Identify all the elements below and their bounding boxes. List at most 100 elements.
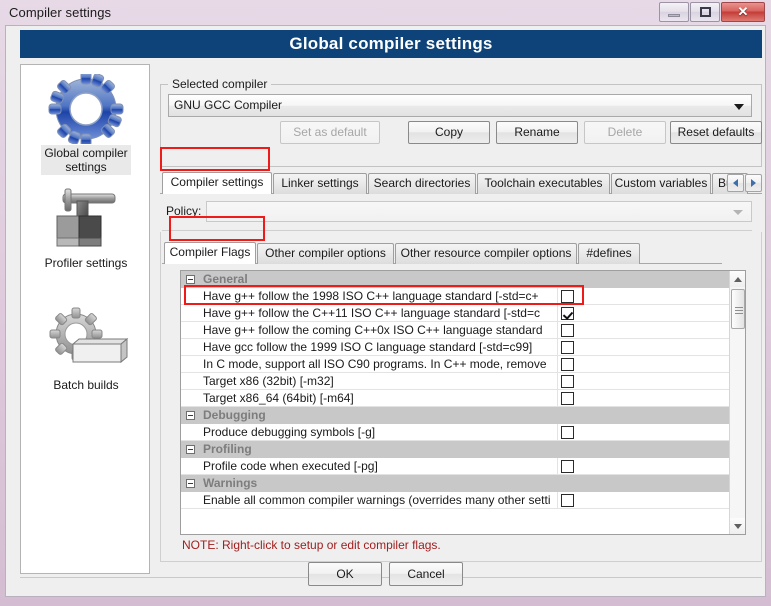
rename-button[interactable]: Rename bbox=[496, 121, 578, 144]
flag-group-header[interactable]: Debugging bbox=[181, 407, 729, 424]
scroll-down-button[interactable] bbox=[730, 518, 745, 534]
flag-checkbox[interactable] bbox=[561, 358, 574, 371]
tab-linker-settings[interactable]: Linker settings bbox=[273, 173, 367, 194]
flag-row[interactable]: In C mode, support all ISO C90 programs.… bbox=[181, 356, 729, 373]
tab-scroll-right-button[interactable] bbox=[745, 174, 762, 192]
flag-checkbox[interactable] bbox=[561, 324, 574, 337]
flag-checkbox[interactable] bbox=[561, 290, 574, 303]
close-icon: ✕ bbox=[737, 4, 749, 19]
tab-search-directories[interactable]: Search directories bbox=[368, 173, 476, 194]
flag-row[interactable]: Produce debugging symbols [-g] bbox=[181, 424, 729, 441]
flag-checkbox-cell[interactable] bbox=[557, 339, 729, 356]
flag-row[interactable]: Target x86 (32bit) [-m32] bbox=[181, 373, 729, 390]
tab-toolchain-executables[interactable]: Toolchain executables bbox=[477, 173, 610, 194]
copy-button[interactable]: Copy bbox=[408, 121, 490, 144]
collapse-icon[interactable] bbox=[186, 445, 195, 454]
collapse-icon[interactable] bbox=[186, 275, 195, 284]
flag-group-label: Profiling bbox=[203, 442, 252, 456]
cancel-button[interactable]: Cancel bbox=[389, 562, 463, 586]
flag-label: Have g++ follow the C++11 ISO C++ langua… bbox=[203, 306, 540, 320]
tab-compiler-flags[interactable]: Compiler Flags bbox=[164, 242, 256, 264]
list-scrollbar[interactable] bbox=[729, 271, 745, 534]
flag-label: Have gcc follow the 1999 ISO C language … bbox=[203, 340, 533, 354]
sidebar-item-batch-builds[interactable]: Batch builds bbox=[21, 305, 151, 393]
flag-checkbox[interactable] bbox=[561, 494, 574, 507]
flag-label: Target x86_64 (64bit) [-m64] bbox=[203, 391, 354, 405]
maximize-icon bbox=[699, 7, 711, 17]
flag-checkbox[interactable] bbox=[561, 426, 574, 439]
flag-row[interactable]: Have g++ follow the coming C++0x ISO C++… bbox=[181, 322, 729, 339]
flag-checkbox[interactable] bbox=[561, 341, 574, 354]
flag-checkbox[interactable] bbox=[561, 460, 574, 473]
policy-select[interactable] bbox=[206, 201, 752, 222]
flag-checkbox-cell[interactable] bbox=[557, 424, 729, 441]
compiler-actions: Set as default Copy Rename Delete Reset … bbox=[160, 121, 762, 145]
tab-compiler-settings[interactable]: Compiler settings bbox=[162, 172, 272, 194]
flag-label: Enable all common compiler warnings (ove… bbox=[203, 493, 551, 507]
title-bar: Compiler settings ✕ bbox=[0, 0, 771, 25]
flag-group-header[interactable]: Warnings bbox=[181, 475, 729, 492]
collapse-icon[interactable] bbox=[186, 411, 195, 420]
delete-button[interactable]: Delete bbox=[584, 121, 666, 144]
flag-row[interactable]: Have gcc follow the 1999 ISO C language … bbox=[181, 339, 729, 356]
chevron-left-icon bbox=[733, 179, 738, 187]
outer-tab-bar: Compiler settings Linker settings Search… bbox=[160, 172, 762, 194]
maximize-button[interactable] bbox=[690, 2, 720, 22]
flag-checkbox-cell[interactable] bbox=[557, 356, 729, 373]
minimize-button[interactable] bbox=[659, 2, 689, 22]
flag-checkbox[interactable] bbox=[561, 307, 574, 320]
flag-label: Have g++ follow the 1998 ISO C++ languag… bbox=[203, 289, 539, 303]
flag-group-label: Debugging bbox=[203, 408, 266, 422]
scroll-up-button[interactable] bbox=[730, 271, 745, 287]
flag-row[interactable]: Have g++ follow the 1998 ISO C++ languag… bbox=[181, 288, 729, 305]
scrollbar-thumb[interactable] bbox=[731, 289, 745, 329]
flag-checkbox-cell[interactable] bbox=[557, 288, 729, 305]
compiler-select[interactable]: GNU GCC Compiler bbox=[168, 94, 752, 117]
compiler-select-value: GNU GCC Compiler bbox=[174, 98, 283, 112]
flag-checkbox-cell[interactable] bbox=[557, 492, 729, 509]
flag-group-header[interactable]: General bbox=[181, 271, 729, 288]
window-controls: ✕ bbox=[659, 2, 765, 22]
flag-checkbox-cell[interactable] bbox=[557, 373, 729, 390]
flag-checkbox[interactable] bbox=[561, 392, 574, 405]
close-button[interactable]: ✕ bbox=[721, 2, 765, 22]
batch-builds-icon bbox=[21, 305, 151, 377]
collapse-icon[interactable] bbox=[186, 479, 195, 488]
flag-checkbox[interactable] bbox=[561, 375, 574, 388]
flag-row[interactable]: Enable all common compiler warnings (ove… bbox=[181, 492, 729, 509]
reset-defaults-button[interactable]: Reset defaults bbox=[670, 121, 762, 144]
tab-defines[interactable]: #defines bbox=[578, 243, 640, 264]
sidebar-item-label: Profiler settings bbox=[44, 256, 128, 270]
sidebar: Global compiler settings Profiler settin… bbox=[20, 64, 150, 574]
chevron-right-icon bbox=[751, 179, 756, 187]
page-title: Global compiler settings bbox=[20, 30, 762, 58]
flag-checkbox-cell[interactable] bbox=[557, 322, 729, 339]
dialog-client-area: Global compiler settings Global compiler… bbox=[5, 25, 766, 597]
tab-other-compiler-options[interactable]: Other compiler options bbox=[257, 243, 394, 264]
dialog-footer: OK Cancel bbox=[0, 562, 771, 588]
flag-checkbox-cell[interactable] bbox=[557, 305, 729, 322]
flag-label: Have g++ follow the coming C++0x ISO C++… bbox=[203, 323, 543, 337]
tab-custom-variables[interactable]: Custom variables bbox=[611, 173, 711, 194]
ok-button[interactable]: OK bbox=[308, 562, 382, 586]
tab-other-resource-compiler-options[interactable]: Other resource compiler options bbox=[395, 243, 577, 264]
sidebar-item-profiler-settings[interactable]: Profiler settings bbox=[21, 183, 151, 271]
divider bbox=[162, 230, 752, 231]
flag-checkbox-cell[interactable] bbox=[557, 458, 729, 475]
sidebar-item-global-compiler-settings[interactable]: Global compiler settings bbox=[21, 73, 151, 175]
flag-row[interactable]: Target x86_64 (64bit) [-m64] bbox=[181, 390, 729, 407]
flag-row[interactable]: Profile code when executed [-pg] bbox=[181, 458, 729, 475]
tab-scroll-left-button[interactable] bbox=[727, 174, 744, 192]
flag-label: Profile code when executed [-pg] bbox=[203, 459, 378, 473]
compiler-settings-window: Compiler settings ✕ Global compiler sett… bbox=[0, 0, 771, 606]
compiler-flags-list[interactable]: General Have g++ follow the 1998 ISO C++… bbox=[180, 270, 746, 535]
settings-panel: Selected compiler GNU GCC Compiler Set a… bbox=[160, 64, 762, 574]
gear-icon bbox=[21, 73, 151, 145]
flag-checkbox-cell[interactable] bbox=[557, 390, 729, 407]
flag-row[interactable]: Have g++ follow the C++11 ISO C++ langua… bbox=[181, 305, 729, 322]
flag-group-header[interactable]: Profiling bbox=[181, 441, 729, 458]
set-as-default-button[interactable]: Set as default bbox=[280, 121, 380, 144]
flag-label: Target x86 (32bit) [-m32] bbox=[203, 374, 334, 388]
chevron-down-icon bbox=[733, 210, 743, 215]
flag-label: Produce debugging symbols [-g] bbox=[203, 425, 376, 439]
